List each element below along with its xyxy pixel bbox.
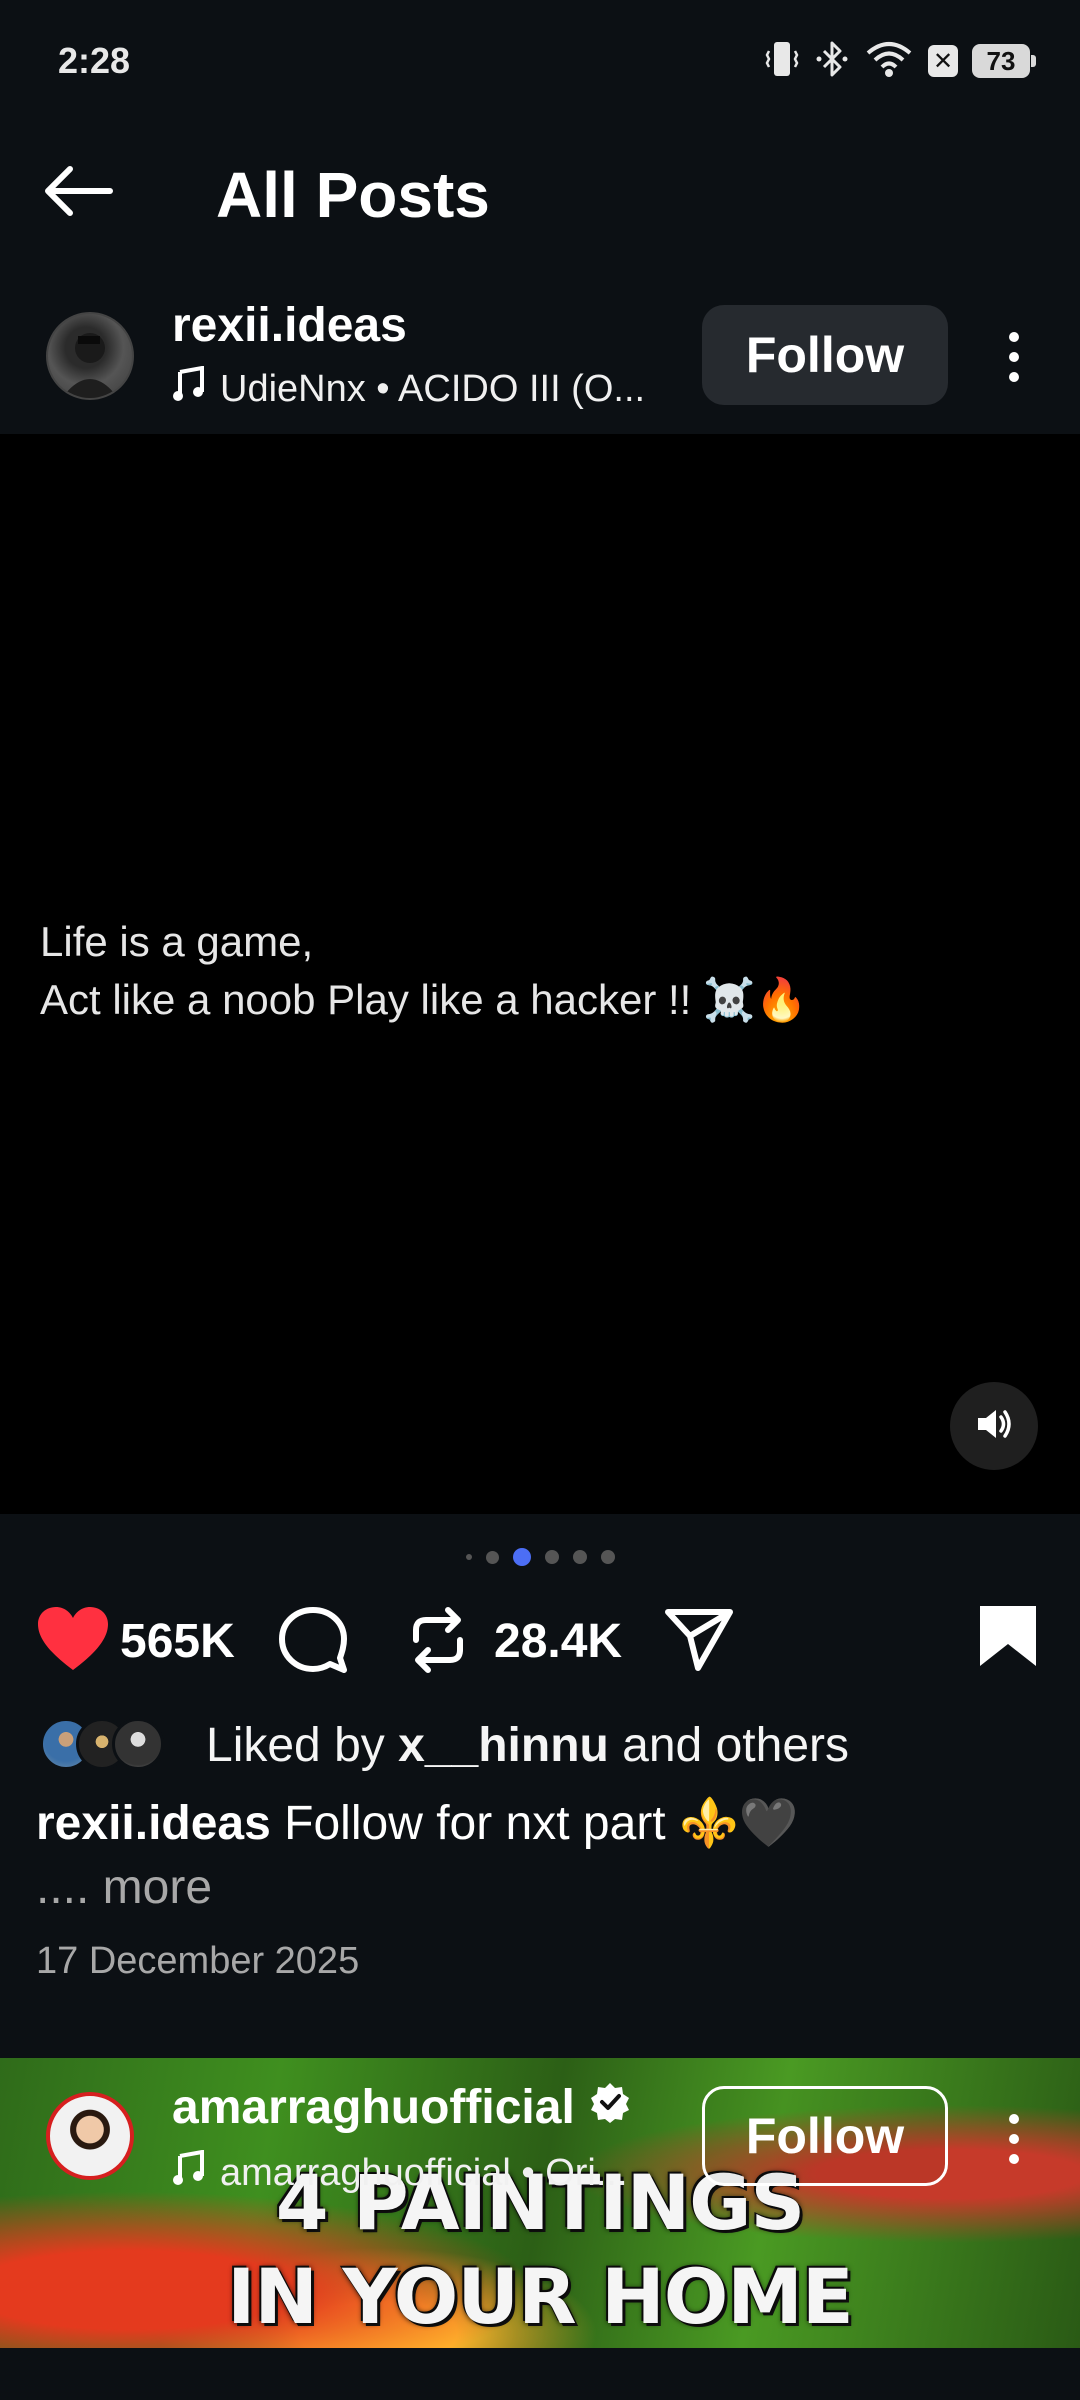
liked-by-suffix: and others <box>608 1719 849 1772</box>
post2-music-label: amarraghuofficial • Ori... <box>220 2151 628 2194</box>
more-options-icon[interactable] <box>994 312 1034 402</box>
follow-button[interactable]: Follow <box>702 305 948 405</box>
post2-username-row[interactable]: amarraghuofficial <box>172 2080 631 2135</box>
heart-icon <box>36 1607 110 1676</box>
wifi-icon <box>864 39 914 84</box>
media-text-line-1: Life is a game, <box>40 918 314 965</box>
caption-more-link[interactable]: .... more <box>36 1860 212 1915</box>
liker-avatar <box>112 1718 164 1770</box>
liker-avatars[interactable] <box>40 1716 190 1776</box>
vibrate-icon <box>764 39 800 84</box>
reposts-count[interactable]: 28.4K <box>494 1614 622 1669</box>
verified-badge-icon <box>589 2080 631 2135</box>
notification-x-icon: ✕ <box>928 45 958 77</box>
post-media[interactable] <box>0 434 1080 1514</box>
repost-icon <box>408 1607 468 1678</box>
caption-text: Follow for nxt part ⚜️🖤 <box>270 1797 799 1850</box>
post2-follow-button[interactable]: Follow <box>702 2086 948 2186</box>
send-icon <box>664 1609 734 1678</box>
like-button[interactable] <box>36 1606 110 1677</box>
save-button[interactable] <box>978 1604 1038 1675</box>
battery-icon: 73 <box>972 44 1036 78</box>
music-note-icon <box>172 365 206 412</box>
post-caption: rexii.ideas Follow for nxt part ⚜️🖤 <box>36 1794 799 1851</box>
music-label: UdieNnx • ACIDO III (O... <box>220 367 646 410</box>
carousel-dot <box>544 1550 559 1564</box>
status-time: 2:28 <box>58 40 131 81</box>
post-date: 17 December 2025 <box>36 1940 360 1982</box>
repost-button[interactable] <box>408 1606 468 1679</box>
arrow-left-icon <box>40 163 116 224</box>
liked-by-prefix: Liked by <box>206 1719 399 1772</box>
liked-by-text[interactable]: Liked by x__hinnu and others <box>206 1718 849 1773</box>
carousel-dot <box>465 1554 472 1560</box>
status-icons: ✕ 73 <box>764 38 1036 84</box>
avatar[interactable] <box>46 312 134 400</box>
liked-by-user[interactable]: x__hinnu <box>398 1719 609 1772</box>
bookmark-icon <box>978 1606 1038 1674</box>
post2-overlay-text-line-2: IN YOUR HOME <box>227 2252 854 2341</box>
bluetooth-icon <box>814 39 850 84</box>
back-button[interactable] <box>40 158 130 228</box>
page-title: All Posts <box>216 159 490 231</box>
post2-more-options-icon[interactable] <box>994 2094 1034 2184</box>
post-music[interactable]: UdieNnx • ACIDO III (O... <box>172 365 646 412</box>
comment-button[interactable] <box>278 1606 348 1679</box>
music-note-icon <box>172 2149 206 2196</box>
bottom-bar <box>0 2348 1080 2400</box>
likes-count[interactable]: 565K <box>120 1614 235 1669</box>
post-username[interactable]: rexii.ideas <box>172 298 407 353</box>
battery-level: 73 <box>986 45 1016 76</box>
caption-username[interactable]: rexii.ideas <box>36 1797 271 1850</box>
carousel-dot-active <box>512 1548 531 1566</box>
media-text-line-2: Act like a noob Play like a hacker !! ☠️… <box>40 976 808 1023</box>
share-button[interactable] <box>664 1606 734 1679</box>
sound-toggle-button[interactable] <box>950 1382 1038 1470</box>
carousel-dot <box>572 1550 587 1564</box>
post2-avatar[interactable] <box>46 2092 134 2180</box>
carousel-dot <box>485 1550 499 1564</box>
comment-icon <box>278 1607 348 1678</box>
post2-username[interactable]: amarraghuofficial <box>172 2080 575 2135</box>
carousel-dot <box>600 1550 615 1564</box>
carousel-indicator <box>0 1548 1080 1566</box>
post2-music[interactable]: amarraghuofficial • Ori... <box>172 2149 628 2196</box>
speaker-icon <box>974 1406 1014 1447</box>
